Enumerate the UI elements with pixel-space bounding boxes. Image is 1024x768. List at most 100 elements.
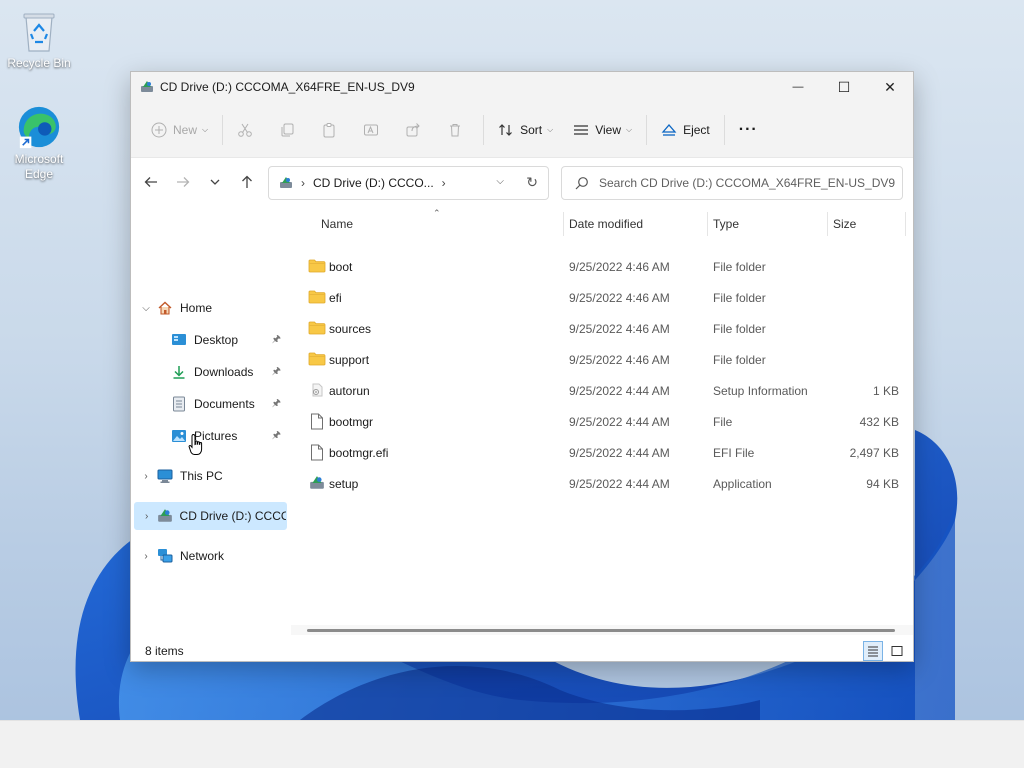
view-button[interactable]: View ⌵ <box>563 113 642 147</box>
chevron-right-icon[interactable]: › <box>137 511 156 522</box>
file-type: Application <box>713 477 772 491</box>
refresh-icon[interactable]: ↻ <box>526 174 538 191</box>
desktop-icon-edge[interactable]: Microsoft Edge <box>3 104 75 182</box>
address-bar[interactable]: › CD Drive (D:) CCCO... › ⌵ ↻ <box>268 166 549 200</box>
paste-button[interactable] <box>311 113 353 147</box>
desktop-icon <box>170 333 188 347</box>
table-row[interactable]: bootmgr 9/25/2022 4:44 AM File 432 KB <box>305 406 905 437</box>
chevron-right-icon[interactable]: › <box>136 551 156 562</box>
file-size: 94 KB <box>866 477 899 491</box>
minimize-button[interactable]: — <box>775 72 821 102</box>
arrow-left-icon <box>144 177 157 187</box>
new-button[interactable]: New ⌵ <box>141 113 218 147</box>
folder-icon <box>308 319 326 337</box>
folder-icon <box>308 257 326 275</box>
table-row[interactable]: efi 9/25/2022 4:46 AM File folder <box>305 282 905 313</box>
column-divider[interactable] <box>563 212 564 236</box>
setup-info-icon <box>308 381 326 399</box>
pin-icon[interactable]: 🖈 <box>272 428 281 445</box>
recycle-bin-icon <box>16 8 62 54</box>
chevron-right-icon[interactable]: › <box>136 471 156 482</box>
recent-locations-button[interactable] <box>199 168 231 196</box>
search-box[interactable]: Search CD Drive (D:) CCCOMA_X64FRE_EN-US… <box>561 166 903 200</box>
cd-drive-icon <box>279 176 293 190</box>
column-header-type[interactable]: Type <box>713 217 739 231</box>
large-icons-view-button[interactable] <box>887 641 907 661</box>
table-row[interactable]: autorun 9/25/2022 4:44 AM Setup Informatio… <box>305 375 905 406</box>
eject-button[interactable]: Eject <box>651 113 720 147</box>
table-row[interactable]: boot 9/25/2022 4:46 AM File folder <box>305 251 905 282</box>
column-header-name[interactable]: Name <box>321 217 353 231</box>
pin-icon[interactable]: 🖈 <box>272 332 281 349</box>
sidebar-item-documents[interactable]: Documents 🖈 <box>134 390 287 418</box>
file-name: bootmgr.efi <box>329 446 389 460</box>
toolbar-divider <box>646 114 648 145</box>
folder-icon <box>308 288 326 306</box>
sidebar-item-desktop[interactable]: Desktop 🖈 <box>134 326 287 354</box>
large-icons-view-icon <box>891 646 903 656</box>
item-count: 8 items <box>145 643 184 658</box>
maximize-button[interactable]: ☐ <box>821 72 867 102</box>
chevron-down-icon: ⌵ <box>202 124 209 134</box>
table-row[interactable]: bootmgr.efi 9/25/2022 4:44 AM EFI File 2,49… <box>305 437 905 468</box>
chevron-down-icon[interactable]: ⌵ <box>136 303 156 314</box>
file-icon <box>308 443 326 461</box>
copy-button[interactable] <box>269 113 311 147</box>
table-row[interactable]: setup 9/25/2022 4:44 AM Application 94 KB <box>305 468 905 499</box>
desktop-icon-recycle-bin[interactable]: Recycle Bin <box>3 8 75 71</box>
search-input[interactable]: Search CD Drive (D:) CCCOMA_X64FRE_EN-US… <box>599 176 895 190</box>
title-bar[interactable]: CD Drive (D:) CCCOMA_X64FRE_EN-US_DV9 — … <box>131 72 913 102</box>
column-divider[interactable] <box>707 212 708 236</box>
cut-button[interactable] <box>227 113 269 147</box>
address-dropdown-icon[interactable]: ⌵ <box>496 176 504 187</box>
edge-icon <box>16 104 62 150</box>
column-divider[interactable] <box>905 212 906 236</box>
sort-button[interactable]: Sort ⌵ <box>488 113 563 147</box>
file-date-modified: 9/25/2022 4:44 AM <box>569 477 670 491</box>
file-size: 1 KB <box>872 384 899 398</box>
pin-icon[interactable]: 🖈 <box>272 396 281 413</box>
forward-button[interactable] <box>167 168 199 196</box>
horizontal-scrollbar-thumb[interactable] <box>307 629 895 632</box>
new-label: New <box>173 122 198 137</box>
delete-button[interactable] <box>437 113 479 147</box>
table-row[interactable]: support 9/25/2022 4:46 AM File folder <box>305 344 905 375</box>
sidebar-item-cd-drive[interactable]: › CD Drive (D:) CCCO <box>134 502 287 530</box>
download-icon <box>170 364 188 380</box>
sidebar-item-downloads[interactable]: Downloads 🖈 <box>134 358 287 386</box>
pin-icon[interactable]: 🖈 <box>272 364 281 381</box>
sidebar-item-pictures[interactable]: Pictures 🖈 <box>134 422 287 450</box>
sidebar-item-home[interactable]: ⌵ Home <box>134 294 287 322</box>
column-divider[interactable] <box>827 212 828 236</box>
file-type: File folder <box>713 353 766 367</box>
plus-circle-icon <box>151 122 167 138</box>
file-size: 2,497 KB <box>849 446 899 460</box>
table-row[interactable]: sources 9/25/2022 4:46 AM File folder <box>305 313 905 344</box>
more-options-button[interactable]: ··· <box>729 113 768 147</box>
breadcrumb-chevron-icon[interactable]: › <box>442 176 446 190</box>
status-bar: 8 items <box>131 638 913 661</box>
sidebar-item-network[interactable]: › Network <box>134 542 287 570</box>
file-name: sources <box>329 322 372 336</box>
back-button[interactable] <box>135 168 167 196</box>
close-icon: ✕ <box>884 78 896 95</box>
file-type: File folder <box>713 260 766 274</box>
file-name: autorun <box>329 384 370 398</box>
column-header-date-modified[interactable]: Date modified <box>569 217 643 231</box>
breadcrumb-cd-drive[interactable]: CD Drive (D:) CCCO... <box>313 176 434 190</box>
file-list: ⌃ Name Date modified Type Size boot 9/25/… <box>291 206 913 630</box>
column-header-size[interactable]: Size <box>833 217 856 231</box>
desktop-icon-label: Microsoft Edge <box>14 152 64 181</box>
rename-button[interactable] <box>353 113 395 147</box>
sidebar-item-this-pc[interactable]: › This PC <box>134 462 287 490</box>
details-view-button[interactable] <box>863 641 883 661</box>
close-button[interactable]: ✕ <box>867 72 913 102</box>
up-button[interactable] <box>231 168 263 196</box>
column-header-row: ⌃ Name Date modified Type Size <box>291 206 913 242</box>
breadcrumb-chevron-icon: › <box>301 176 305 190</box>
trash-icon <box>447 122 463 138</box>
sidebar-item-label: Network <box>180 549 225 563</box>
file-name: support <box>329 353 370 367</box>
share-button[interactable] <box>395 113 437 147</box>
sidebar-item-label: Downloads <box>194 365 254 379</box>
